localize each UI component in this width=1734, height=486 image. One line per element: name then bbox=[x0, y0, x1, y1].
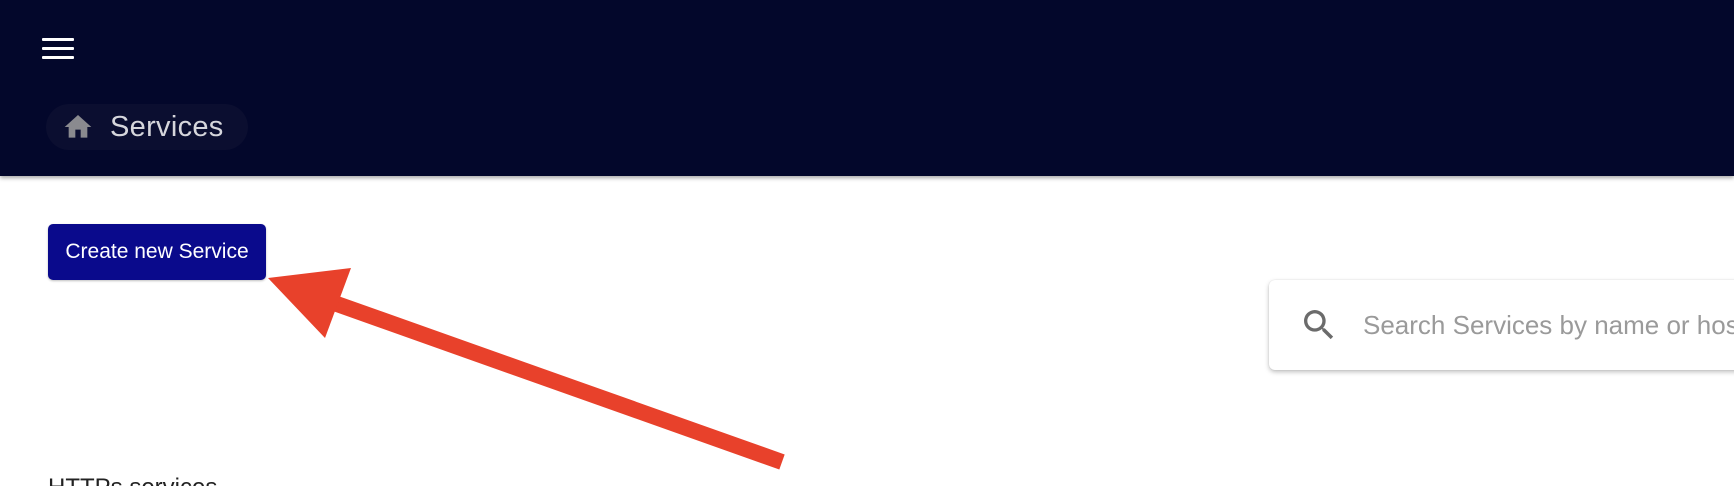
menu-bar-top bbox=[42, 37, 74, 41]
top-app-bar: Services bbox=[0, 0, 1734, 176]
breadcrumb-label: Services bbox=[110, 110, 224, 143]
annotation-arrow-shaft bbox=[317, 290, 785, 470]
hamburger-menu-icon[interactable] bbox=[36, 28, 80, 68]
menu-bar-middle bbox=[42, 46, 74, 50]
menu-bar-bottom bbox=[42, 55, 74, 59]
create-new-service-button[interactable]: Create new Service bbox=[48, 224, 266, 280]
https-services-heading: HTTPs services bbox=[48, 474, 217, 486]
search-input[interactable] bbox=[1363, 309, 1734, 341]
home-icon[interactable] bbox=[60, 111, 96, 143]
breadcrumb[interactable]: Services bbox=[46, 104, 248, 150]
search-bar[interactable] bbox=[1269, 280, 1734, 370]
annotation-arrow-head bbox=[268, 268, 351, 338]
page: Services Create new Service HTTPs servic… bbox=[0, 0, 1734, 486]
search-icon bbox=[1299, 305, 1339, 345]
